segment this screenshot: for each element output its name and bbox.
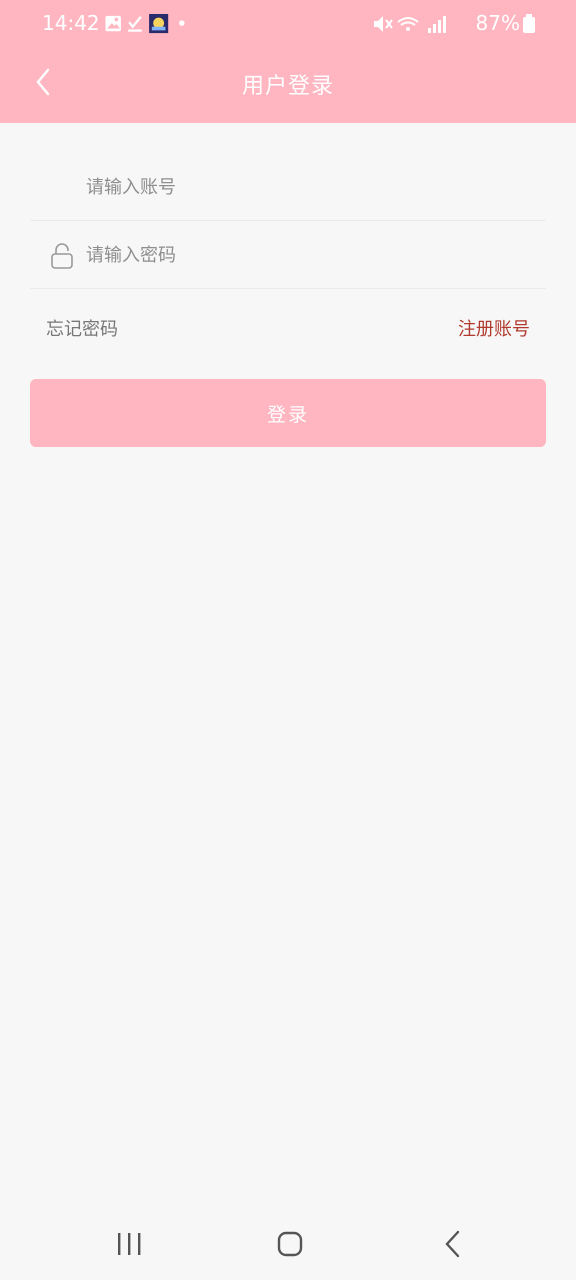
dot-icon: [179, 20, 185, 26]
password-row: [30, 221, 546, 289]
lock-icon: [51, 243, 73, 269]
wifi-icon: [397, 17, 419, 31]
status-time: 14:42: [42, 11, 100, 35]
page-title: 用户登录: [241, 74, 334, 99]
battery-icon: [523, 14, 535, 33]
signal-icon: [428, 16, 446, 33]
back-icon: [445, 1230, 460, 1258]
navigation-bar: 用户登录: [0, 48, 576, 123]
system-back-button[interactable]: [432, 1228, 472, 1260]
register-account-link[interactable]: 注册账号: [458, 315, 530, 341]
recent-apps-button[interactable]: [109, 1228, 149, 1260]
app-header: 14:42 87% 用户登录: [0, 0, 576, 123]
login-form: 忘记密码 注册账号: [30, 123, 546, 365]
home-button[interactable]: [270, 1228, 310, 1260]
mute-icon: [374, 16, 393, 32]
home-icon: [277, 1231, 303, 1257]
app-avatar-icon: [149, 14, 169, 34]
links-row: 忘记密码 注册账号: [30, 289, 546, 365]
battery-percent: 87%: [475, 11, 520, 35]
login-button[interactable]: 登录: [30, 379, 546, 447]
status-bar: 14:42 87%: [0, 0, 576, 48]
status-icons-right: [374, 16, 446, 33]
check-icon: [128, 16, 142, 32]
system-navigation-bar: [0, 1208, 576, 1280]
account-row: [30, 153, 546, 221]
password-input[interactable]: [86, 233, 526, 277]
image-icon: [105, 15, 121, 32]
recent-apps-icon: [118, 1233, 141, 1255]
status-icons-left: [105, 14, 185, 34]
account-input[interactable]: [86, 165, 526, 209]
forgot-password-link[interactable]: 忘记密码: [46, 315, 118, 341]
